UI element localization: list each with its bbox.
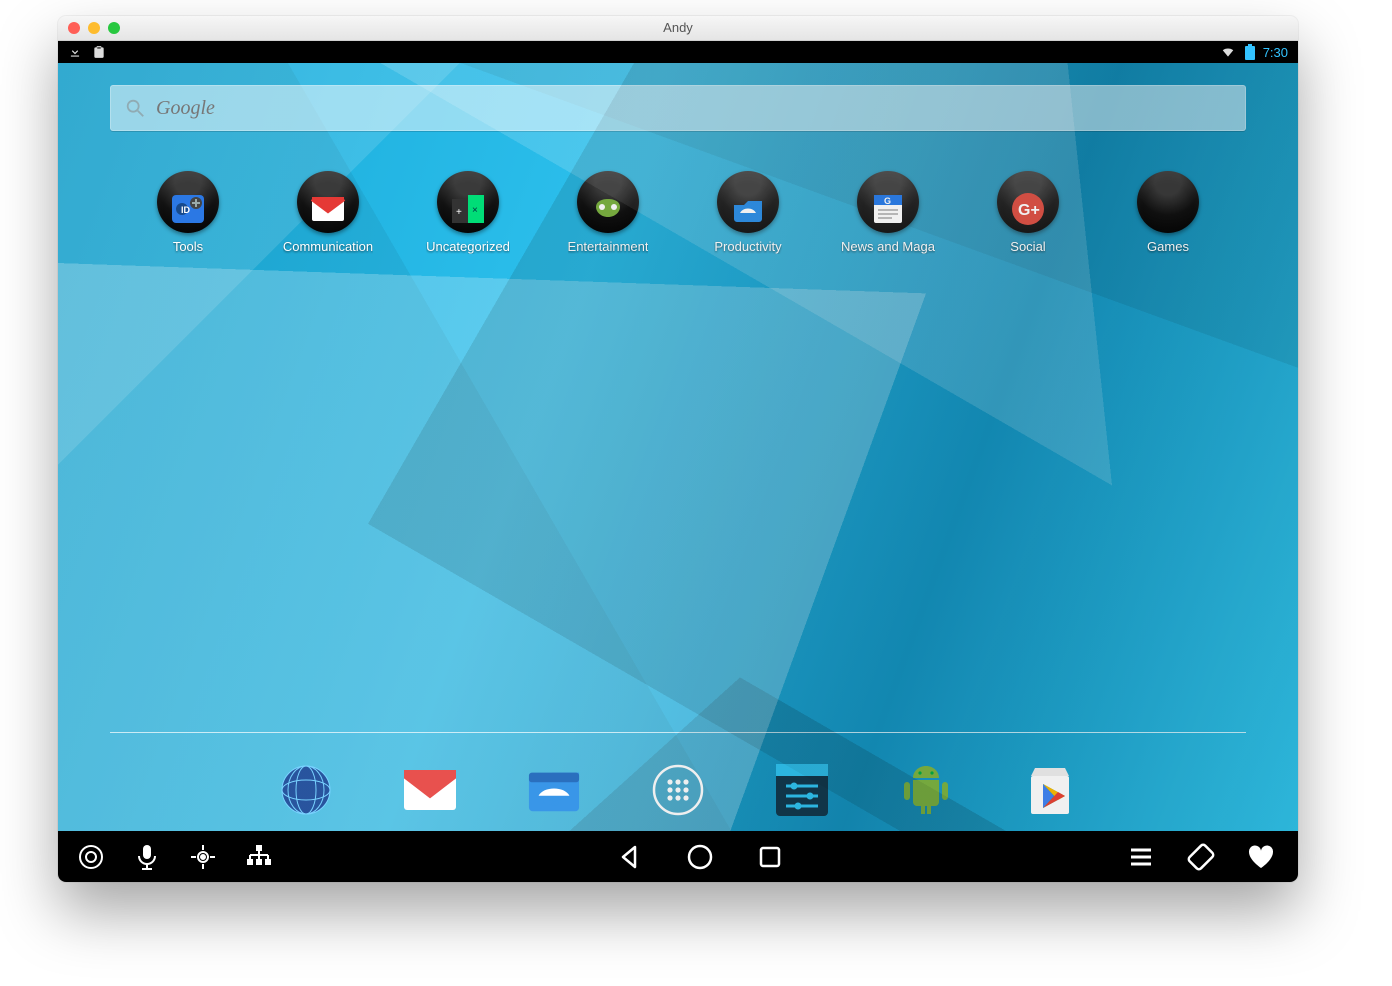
home-folders-row: ID Tools Communication + × Uncategorized: [128, 171, 1228, 254]
folder-label: News and Maga: [841, 239, 935, 254]
folder-label: Communication: [283, 239, 373, 254]
folder-entertainment[interactable]: Entertainment: [548, 171, 668, 254]
android-nav-bar: [58, 831, 1298, 882]
home-screen[interactable]: Google ID Tools Communication: [58, 63, 1298, 831]
window-title: Andy: [58, 20, 1298, 35]
nav-home-button[interactable]: [685, 842, 715, 872]
folder-label: Social: [1010, 239, 1045, 254]
clipboard-icon: [92, 45, 106, 59]
folder-productivity[interactable]: ES Productivity: [688, 171, 808, 254]
android-app[interactable]: [899, 763, 953, 817]
folder-news[interactable]: G News and Maga: [828, 171, 948, 254]
dock: ES: [58, 763, 1298, 817]
folder-games[interactable]: Games: [1108, 171, 1228, 254]
svg-text:ID: ID: [181, 205, 191, 215]
folder-label: Productivity: [714, 239, 781, 254]
svg-text:×: ×: [472, 205, 478, 216]
search-icon: [124, 97, 146, 119]
folder-tools[interactable]: ID Tools: [128, 171, 248, 254]
dock-divider: [110, 732, 1246, 733]
favorite-button[interactable]: [1246, 842, 1276, 872]
search-placeholder: Google: [156, 97, 215, 120]
folder-label: Uncategorized: [426, 239, 510, 254]
menu-button[interactable]: [1126, 842, 1156, 872]
settings-app[interactable]: [775, 763, 829, 817]
status-clock: 7:30: [1263, 45, 1288, 60]
folder-social[interactable]: G+ Social: [968, 171, 1088, 254]
svg-text:G: G: [884, 196, 891, 206]
folder-label: Tools: [173, 239, 203, 254]
gmail-app[interactable]: [403, 763, 457, 817]
svg-text:ES: ES: [742, 212, 753, 221]
microphone-button[interactable]: [132, 842, 162, 872]
svg-text:G+: G+: [1018, 202, 1040, 219]
nav-recent-button[interactable]: [755, 842, 785, 872]
folder-communication[interactable]: Communication: [268, 171, 388, 254]
folder-uncategorized[interactable]: + × Uncategorized: [408, 171, 528, 254]
android-status-bar[interactable]: 7:30: [58, 41, 1298, 63]
svg-text:ES: ES: [542, 794, 559, 808]
battery-icon: [1245, 44, 1255, 60]
folder-label: Entertainment: [568, 239, 649, 254]
play-store-app[interactable]: [1023, 763, 1077, 817]
location-button[interactable]: [188, 842, 218, 872]
svg-text:+: +: [456, 207, 462, 218]
es-file-explorer-app[interactable]: ES: [527, 763, 581, 817]
rotate-button[interactable]: [1186, 842, 1216, 872]
mac-titlebar: Andy: [58, 16, 1298, 41]
download-icon: [68, 45, 82, 59]
emulator-window: Andy 7:30: [58, 16, 1298, 882]
nav-back-button[interactable]: [615, 842, 645, 872]
wifi-icon: [1219, 45, 1237, 59]
camera-button[interactable]: [76, 842, 106, 872]
app-drawer-button[interactable]: [651, 763, 705, 817]
browser-app[interactable]: [279, 763, 333, 817]
keymap-button[interactable]: [244, 842, 274, 872]
folder-label: Games: [1147, 239, 1189, 254]
google-search-widget[interactable]: Google: [110, 85, 1246, 131]
